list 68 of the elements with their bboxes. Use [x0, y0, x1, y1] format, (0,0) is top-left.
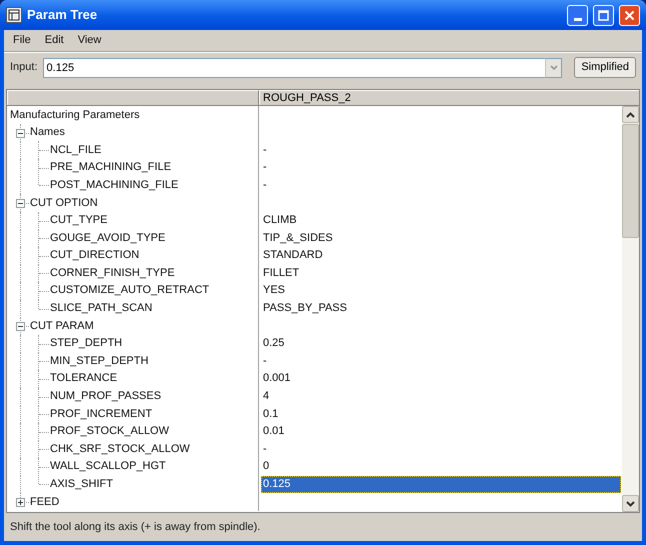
- parameter-value[interactable]: 0.01: [261, 423, 621, 440]
- parameter-value[interactable]: -: [261, 142, 621, 158]
- parameter-value[interactable]: -: [261, 159, 621, 176]
- status-text: Shift the tool along its axis (+ is away from spindle).: [10, 520, 260, 535]
- scroll-up-button[interactable]: [622, 106, 639, 123]
- parameter-value[interactable]: 0.001: [261, 370, 621, 387]
- window-title: Param Tree: [27, 6, 98, 24]
- parameter-name[interactable]: MIN_STEP_DEPTH: [7, 352, 148, 370]
- collapse-icon[interactable]: [16, 322, 25, 332]
- scroll-down-button[interactable]: [622, 495, 639, 512]
- chevron-down-icon: [550, 65, 558, 70]
- parameter-name[interactable]: PRE_MACHINING_FILE: [7, 159, 172, 176]
- minimize-icon: [574, 18, 582, 20]
- parameter-value[interactable]: 0.1: [261, 406, 621, 422]
- input-field[interactable]: 0.125: [42, 58, 546, 78]
- parameter-value[interactable]: TIP_&_SIDES: [261, 230, 621, 246]
- expand-icon[interactable]: [16, 498, 25, 508]
- parameter-value[interactable]: CLIMB: [261, 212, 621, 229]
- tree-group-label[interactable]: CUT OPTION: [7, 194, 98, 212]
- parameter-value[interactable]: YES: [261, 282, 621, 299]
- parameter-value[interactable]: -: [261, 440, 621, 458]
- close-icon: [624, 10, 635, 20]
- minimize-button[interactable]: [567, 4, 588, 26]
- parameter-name[interactable]: NUM_PROF_PASSES: [7, 388, 162, 405]
- scrollbar[interactable]: [622, 106, 639, 512]
- parameter-name[interactable]: TOLERANCE: [7, 370, 118, 387]
- close-button[interactable]: [619, 4, 640, 26]
- maximize-button[interactable]: [593, 4, 614, 26]
- menu-item[interactable]: View: [70, 32, 108, 49]
- tree-group-label[interactable]: Names: [7, 124, 65, 141]
- collapse-icon[interactable]: [16, 128, 25, 138]
- parameter-name[interactable]: CUT_TYPE: [7, 212, 108, 229]
- input-label: Input:: [10, 60, 38, 76]
- app-icon: [6, 7, 22, 23]
- parameter-name[interactable]: NCL_FILE: [7, 142, 102, 158]
- parameter-name[interactable]: POST_MACHINING_FILE: [7, 176, 178, 194]
- parameter-value[interactable]: PASS_BY_PASS: [261, 300, 621, 317]
- parameter-name[interactable]: WALL_SCALLOP_HGT: [7, 458, 166, 475]
- parameter-value[interactable]: -: [261, 176, 621, 194]
- scrollbar-thumb[interactable]: [622, 124, 639, 238]
- menu-item[interactable]: Edit: [38, 32, 71, 49]
- chevron-up-icon: [626, 112, 635, 118]
- parameter-value[interactable]: -: [261, 352, 621, 370]
- parameter-value[interactable]: 4: [261, 388, 621, 405]
- parameter-name[interactable]: PROF_STOCK_ALLOW: [7, 423, 169, 440]
- parameter-name[interactable]: PROF_INCREMENT: [7, 406, 152, 422]
- simplified-button[interactable]: Simplified: [574, 57, 636, 78]
- parameter-value[interactable]: 0.125: [261, 476, 621, 493]
- parameter-name[interactable]: GOUGE_AVOID_TYPE: [7, 230, 166, 246]
- tree-group-label[interactable]: CUT PARAM: [7, 318, 94, 334]
- parameter-value[interactable]: FILLET: [261, 264, 621, 282]
- maximize-icon: [598, 10, 609, 20]
- parameter-name[interactable]: CORNER_FINISH_TYPE: [7, 264, 175, 282]
- collapse-icon[interactable]: [16, 198, 25, 208]
- tree-root-label[interactable]: Manufacturing Parameters: [7, 106, 140, 124]
- parameter-name[interactable]: CUSTOMIZE_AUTO_RETRACT: [7, 282, 210, 299]
- parameter-value[interactable]: 0.25: [261, 335, 621, 352]
- parameter-value[interactable]: STANDARD: [261, 247, 621, 264]
- menu-item[interactable]: File: [6, 32, 38, 49]
- tree-group-label[interactable]: FEED: [7, 494, 60, 510]
- chevron-down-icon: [626, 500, 635, 506]
- parameter-name[interactable]: CUT_DIRECTION: [7, 247, 140, 264]
- parameter-value[interactable]: 0: [261, 458, 621, 475]
- parameter-name[interactable]: SLICE_PATH_SCAN: [7, 300, 152, 317]
- parameter-name[interactable]: STEP_DEPTH: [7, 335, 122, 352]
- parameter-name[interactable]: CHK_SRF_STOCK_ALLOW: [7, 440, 190, 458]
- column-header: ROUGH_PASS_2: [259, 90, 639, 105]
- parameter-name[interactable]: AXIS_SHIFT: [7, 476, 113, 493]
